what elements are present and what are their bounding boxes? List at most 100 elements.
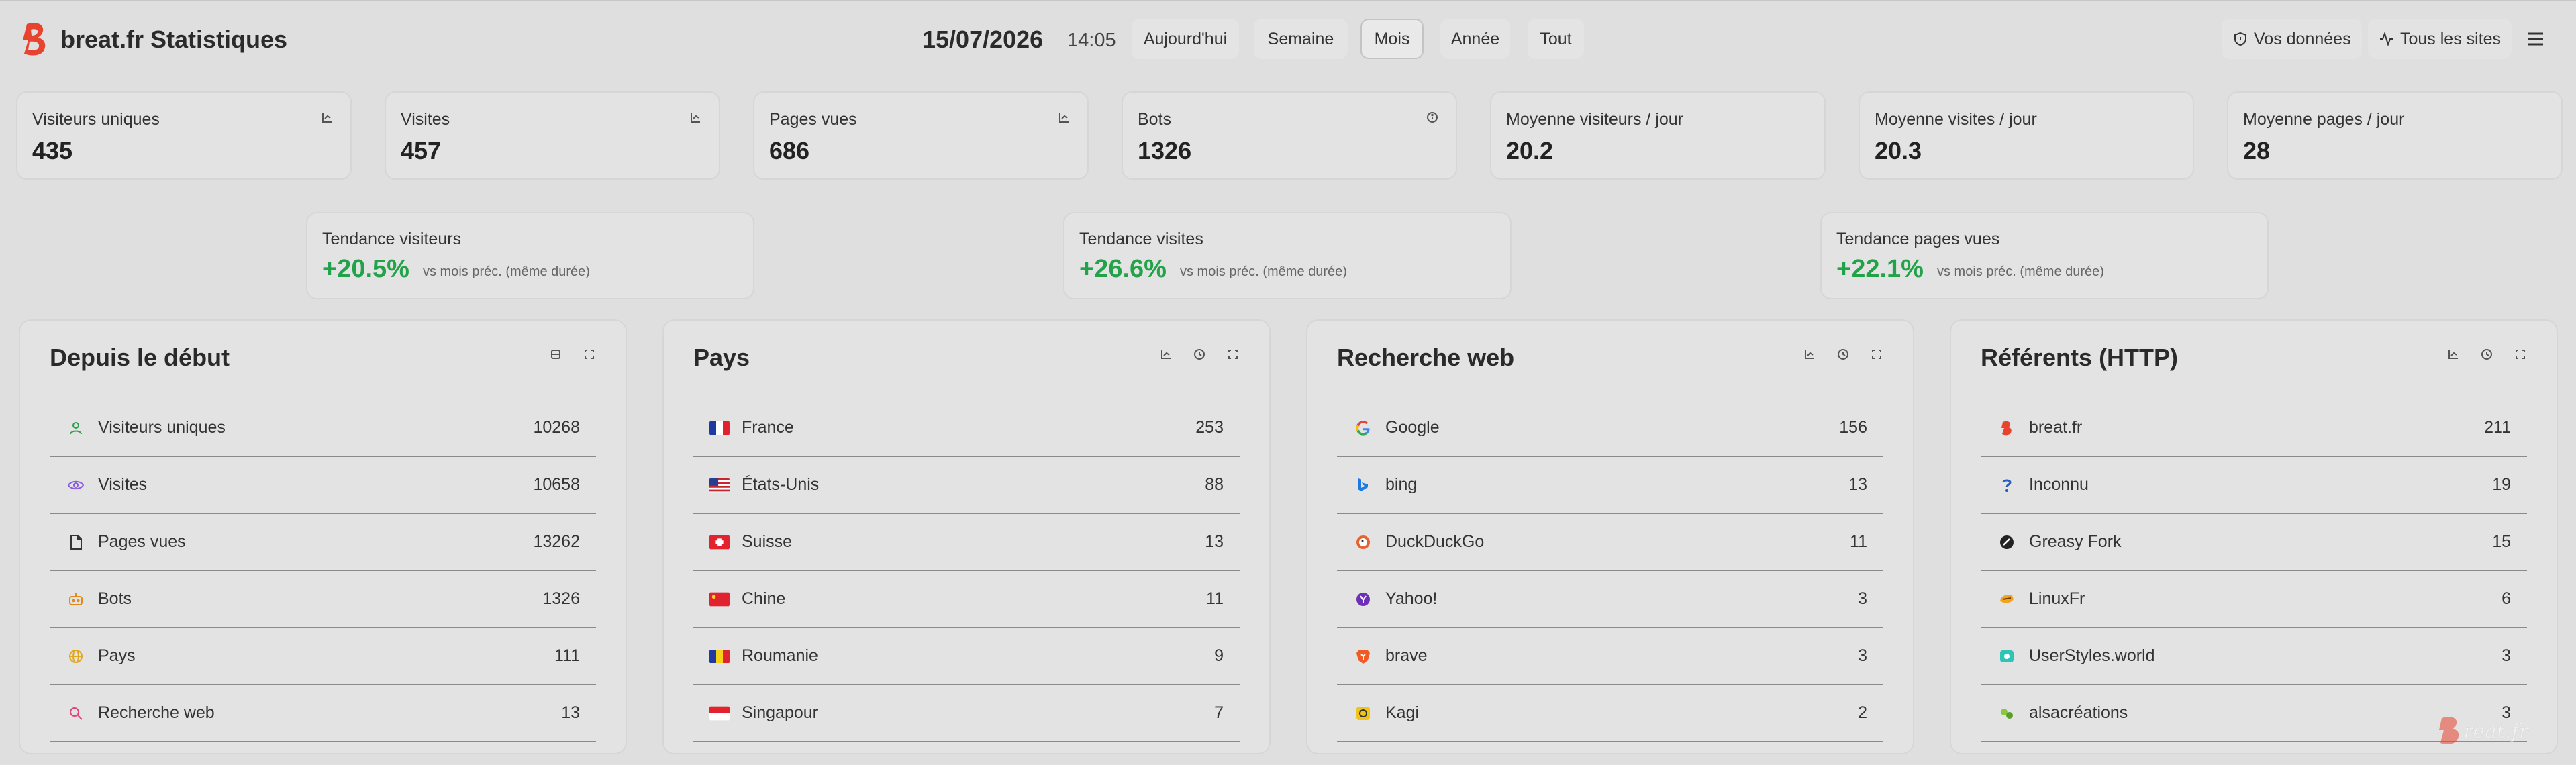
list-item-value: 9 (1214, 646, 1224, 665)
list-item[interactable]: Visiteurs uniques 10268 (50, 400, 596, 457)
list-item[interactable]: Visites 10658 (50, 457, 596, 514)
flag-usa-icon (709, 476, 730, 495)
list-item[interactable]: UserStyles.world 3 (1981, 628, 2527, 685)
panel-title: Référents (HTTP) (1981, 344, 2179, 371)
period-year-button[interactable]: Année (1440, 19, 1510, 59)
panel-controls (1156, 345, 1242, 364)
list-item[interactable]: Pays 111 (50, 628, 596, 685)
all-sites-button[interactable]: Tous les sites (2368, 19, 2512, 59)
period-today-button[interactable]: Aujourd'hui (1132, 19, 1239, 59)
list-item-value: 10658 (533, 475, 580, 494)
list-item[interactable]: DuckDuckGo 11 (1337, 514, 1883, 571)
clock-icon[interactable] (1190, 345, 1209, 364)
panel-countries: Pays France 253 États-Unis 88 Suisse 13 … (662, 319, 1271, 754)
list-item[interactable]: LinuxFr 6 (1981, 571, 2527, 628)
stat-value: 28 (2243, 137, 2271, 164)
period-month-button[interactable]: Mois (1360, 19, 1424, 59)
info-icon[interactable] (1424, 109, 1441, 126)
stat-value: 457 (401, 137, 442, 164)
list-item-value: 13262 (533, 532, 580, 551)
clock-icon[interactable] (2477, 345, 2496, 364)
shield-icon (2234, 32, 2246, 46)
chart-icon[interactable] (1055, 109, 1073, 126)
list-item-value: 15 (2492, 532, 2511, 551)
expand-icon[interactable] (2511, 345, 2530, 364)
list-item[interactable]: Google 156 (1337, 400, 1883, 457)
bot-icon (66, 590, 86, 609)
userstyles-icon (1997, 647, 2017, 666)
list-item-label: Pages vues (98, 532, 186, 551)
stat-label: Visites (401, 110, 450, 129)
list-item-value: 11 (1850, 532, 1867, 551)
list-item[interactable]: Suisse 13 (693, 514, 1240, 571)
list-item-label: Recherche web (98, 703, 215, 722)
your-data-button[interactable]: Vos données (2222, 19, 2362, 59)
user-icon (66, 419, 86, 438)
stat-card-bots: Bots 1326 (1122, 91, 1457, 180)
list-item-value: 13 (561, 703, 580, 722)
list-item[interactable]: Chine 11 (693, 571, 1240, 628)
google-icon (1353, 419, 1373, 438)
expand-icon[interactable] (580, 345, 599, 364)
list-item[interactable]: Singapour 7 (693, 685, 1240, 742)
list-item-value: 2 (1858, 703, 1867, 722)
list-item[interactable]: Inconnu 19 (1981, 457, 2527, 514)
list-item[interactable]: bing 13 (1337, 457, 1883, 514)
chart-icon[interactable] (687, 109, 704, 126)
trend-card-visitors: Tendance visiteurs +20.5% vs mois préc. … (306, 212, 754, 299)
list-item-value: 111 (554, 646, 580, 665)
referrers-list: breat.fr 211 Inconnu 19 Greasy Fork 15 L… (1981, 400, 2527, 742)
site-title: breat.fr Statistiques (60, 26, 288, 53)
list-item[interactable]: Greasy Fork 15 (1981, 514, 2527, 571)
trend-card-page-views: Tendance pages vues +22.1% vs mois préc.… (1820, 212, 2269, 299)
countries-list: France 253 États-Unis 88 Suisse 13 Chine… (693, 400, 1240, 742)
linuxfr-icon (1997, 590, 2017, 609)
list-item-label: LinuxFr (2029, 589, 2085, 608)
trend-label: Tendance pages vues (1836, 230, 2000, 248)
list-item-value: 7 (1214, 703, 1224, 722)
chart-icon[interactable] (1800, 345, 1819, 364)
stat-label: Moyenne visites / jour (1875, 110, 2037, 129)
stat-label: Moyenne visiteurs / jour (1506, 110, 1684, 129)
list-item[interactable]: France 253 (693, 400, 1240, 457)
list-item-label: Pays (98, 646, 136, 665)
period-week-button[interactable]: Semaine (1254, 19, 1348, 59)
list-item-value: 11 (1206, 589, 1224, 608)
menu-icon[interactable] (2524, 27, 2548, 51)
list-item[interactable]: Pages vues 13262 (50, 514, 596, 571)
top-bar: breat.fr Statistiques 15/07/2026 14:05 A… (0, 0, 2576, 75)
list-item-label: Yahoo! (1385, 589, 1438, 608)
list-item-label: Singapour (742, 703, 818, 722)
table-view-icon[interactable] (546, 345, 565, 364)
expand-icon[interactable] (1224, 345, 1242, 364)
stat-label: Visiteurs uniques (32, 110, 160, 129)
expand-icon[interactable] (1867, 345, 1886, 364)
breat-watermark-logo: reat.fr (2439, 717, 2530, 744)
list-item[interactable]: Recherche web 13 (50, 685, 596, 742)
list-item-label: Kagi (1385, 703, 1420, 722)
list-item[interactable]: breat.fr 211 (1981, 400, 2527, 457)
list-item-label: Google (1385, 418, 1440, 437)
chart-icon[interactable] (1156, 345, 1175, 364)
stat-card-avg-pages-per-day: Moyenne pages / jour 28 (2227, 91, 2563, 180)
period-all-button[interactable]: Tout (1528, 19, 1584, 59)
list-item[interactable]: brave 3 (1337, 628, 1883, 685)
list-item[interactable]: Kagi 2 (1337, 685, 1883, 742)
stat-card-avg-visitors-per-day: Moyenne visiteurs / jour 20.2 (1490, 91, 1826, 180)
list-item[interactable]: Yahoo! 3 (1337, 571, 1883, 628)
chart-icon[interactable] (318, 109, 336, 126)
chart-icon[interactable] (2444, 345, 2463, 364)
list-item-label: Suisse (742, 532, 793, 551)
panel-title: Pays (693, 344, 750, 371)
clock-icon[interactable] (1834, 345, 1852, 364)
list-item[interactable]: États-Unis 88 (693, 457, 1240, 514)
list-item-label: alsacréations (2029, 703, 2128, 722)
question-icon (1997, 476, 2017, 495)
panel-title: Depuis le début (50, 344, 230, 371)
list-item-value: 88 (1205, 475, 1224, 494)
list-item-label: États-Unis (742, 475, 820, 494)
breat-logo-icon[interactable] (17, 20, 52, 58)
list-item-value: 211 (2484, 418, 2511, 437)
list-item[interactable]: Roumanie 9 (693, 628, 1240, 685)
list-item[interactable]: Bots 1326 (50, 571, 596, 628)
